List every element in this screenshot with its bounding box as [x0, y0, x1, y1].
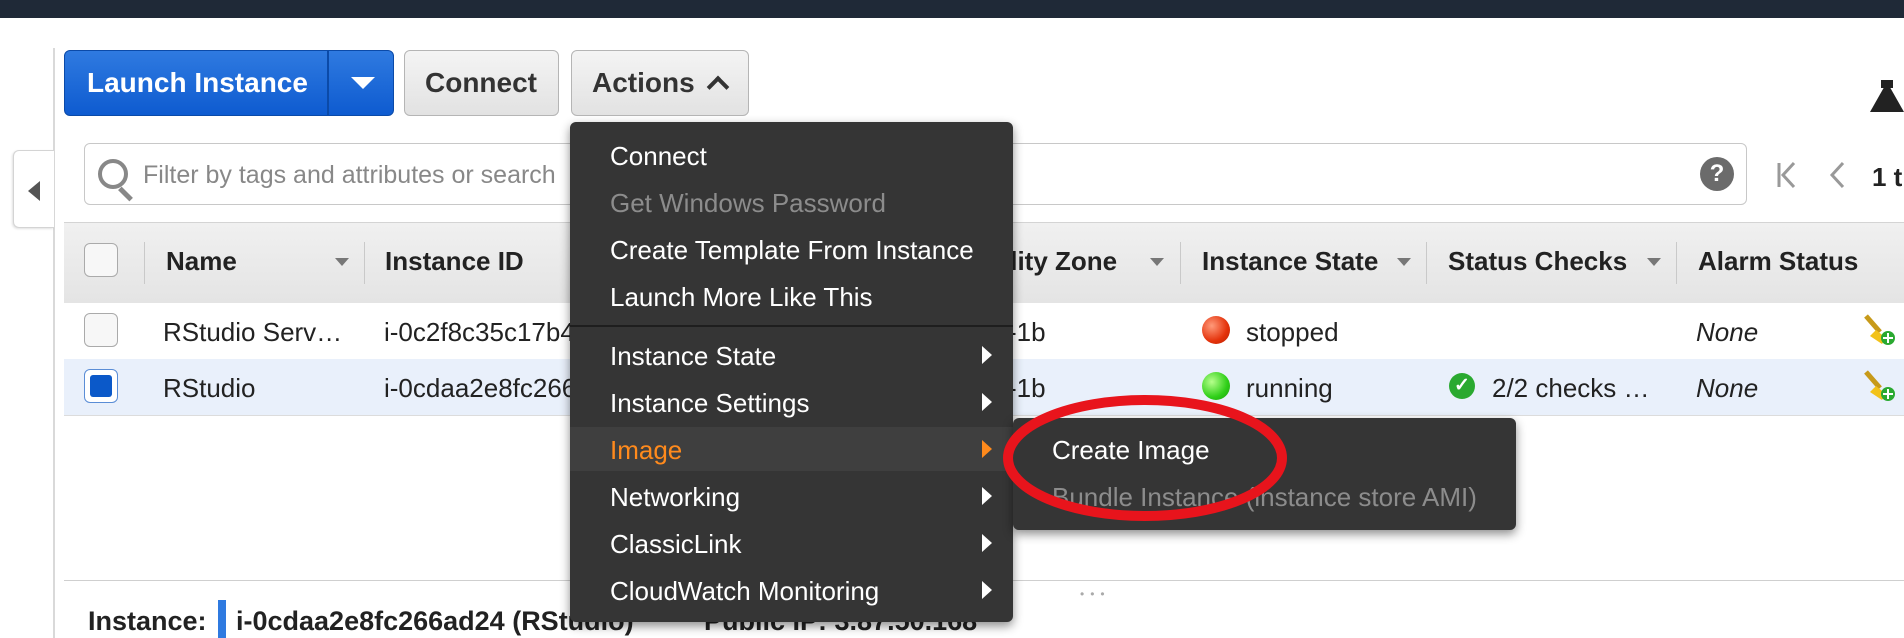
search-placeholder: Filter by tags and attributes or search — [143, 161, 556, 189]
status-checks[interactable]: 2/2 checks … — [1492, 373, 1650, 404]
collapse-icon — [28, 181, 40, 201]
instance-color-bar — [218, 600, 226, 638]
top-navigation-bar — [0, 0, 1904, 18]
first-page-icon[interactable] — [1776, 160, 1798, 190]
actions-label: Actions — [592, 67, 695, 98]
menu-item-connect[interactable]: Connect — [610, 141, 707, 172]
column-header-alarm-status[interactable]: Alarm Status — [1698, 246, 1858, 277]
menu-item-create-image[interactable]: Create Image — [1052, 435, 1210, 466]
availability-zone: -1b — [1008, 373, 1046, 403]
column-divider — [364, 242, 365, 284]
menu-item-launch-more-like-this[interactable]: Launch More Like This — [610, 282, 873, 313]
chevron-right-icon — [982, 440, 992, 458]
connect-label: Connect — [425, 67, 537, 98]
launch-dropdown-chevron-icon[interactable] — [351, 77, 375, 89]
instance-name: RStudio — [163, 373, 256, 403]
menu-item-create-template[interactable]: Create Template From Instance — [610, 235, 974, 266]
chevron-right-icon — [982, 534, 992, 552]
actions-button[interactable]: Actions — [571, 50, 749, 116]
row-checkbox[interactable] — [84, 313, 118, 347]
pager-text: 1 t — [1872, 162, 1903, 192]
alarm-status: None — [1696, 373, 1759, 403]
menu-item-instance-state[interactable]: Instance State — [610, 341, 776, 372]
alarm-status: None — [1696, 317, 1759, 347]
launch-instance-label: Launch Instance — [87, 67, 308, 98]
menu-item-instance-settings[interactable]: Instance Settings — [610, 388, 809, 419]
instance-id: i-0cdaa2e8fc266 — [384, 373, 577, 403]
panel-divider — [53, 48, 55, 638]
search-icon — [98, 159, 128, 189]
menu-item-cloudwatch-monitoring[interactable]: CloudWatch Monitoring — [610, 576, 879, 607]
instance-state: running — [1246, 373, 1333, 403]
menu-item-get-windows-password[interactable]: Get Windows Password — [610, 188, 886, 219]
column-header-instance-state[interactable]: Instance State — [1202, 246, 1378, 277]
sort-icon[interactable] — [1150, 258, 1164, 266]
prev-page-icon[interactable] — [1826, 160, 1848, 190]
instance-state: stopped — [1246, 317, 1339, 347]
availability-zone: -1b — [1008, 317, 1046, 347]
chevron-right-icon — [982, 346, 992, 364]
menu-item-image[interactable]: Image — [610, 435, 682, 466]
column-header-availability-zone[interactable]: ility Zone — [1003, 246, 1117, 277]
resize-handle-icon[interactable]: ••• — [1080, 587, 1111, 601]
flask-icon[interactable] — [1870, 82, 1904, 112]
column-divider — [144, 242, 145, 284]
menu-item-networking[interactable]: Networking — [610, 482, 740, 513]
column-divider — [1180, 242, 1181, 284]
running-status-icon — [1202, 372, 1230, 400]
sort-icon[interactable] — [335, 258, 349, 266]
column-header-status-checks[interactable]: Status Checks — [1448, 246, 1627, 277]
chevron-right-icon — [982, 581, 992, 599]
column-header-name[interactable]: Name — [166, 246, 237, 277]
instance-id: i-0c2f8c35c17b4 — [384, 317, 575, 347]
menu-separator — [570, 325, 1013, 327]
stopped-status-icon — [1202, 316, 1230, 344]
broom-icon[interactable] — [1862, 312, 1896, 346]
menu-item-bundle-instance[interactable]: Bundle Instance (instance store AMI) — [1052, 482, 1477, 513]
column-divider — [1426, 242, 1427, 284]
details-instance-label: Instance: — [88, 606, 207, 636]
launch-instance-button[interactable]: Launch Instance — [64, 50, 394, 116]
instance-name: RStudio Serv… — [163, 317, 343, 347]
column-divider — [1676, 242, 1677, 284]
chevron-right-icon — [982, 487, 992, 505]
select-all-checkbox[interactable] — [84, 243, 118, 277]
launch-split-divider — [327, 51, 329, 115]
sort-icon[interactable] — [1397, 258, 1411, 266]
connect-button[interactable]: Connect — [404, 50, 559, 116]
sort-icon[interactable] — [1647, 258, 1661, 266]
chevron-right-icon — [982, 393, 992, 411]
help-icon[interactable]: ? — [1700, 157, 1734, 191]
broom-icon[interactable] — [1862, 368, 1896, 402]
row-checkbox-checked[interactable] — [84, 369, 118, 403]
check-icon: ✓ — [1449, 373, 1475, 399]
chevron-up-icon — [706, 75, 730, 99]
column-header-instance-id[interactable]: Instance ID — [385, 246, 524, 277]
collapse-sidebar-button[interactable] — [13, 150, 54, 228]
menu-item-classiclink[interactable]: ClassicLink — [610, 529, 742, 560]
